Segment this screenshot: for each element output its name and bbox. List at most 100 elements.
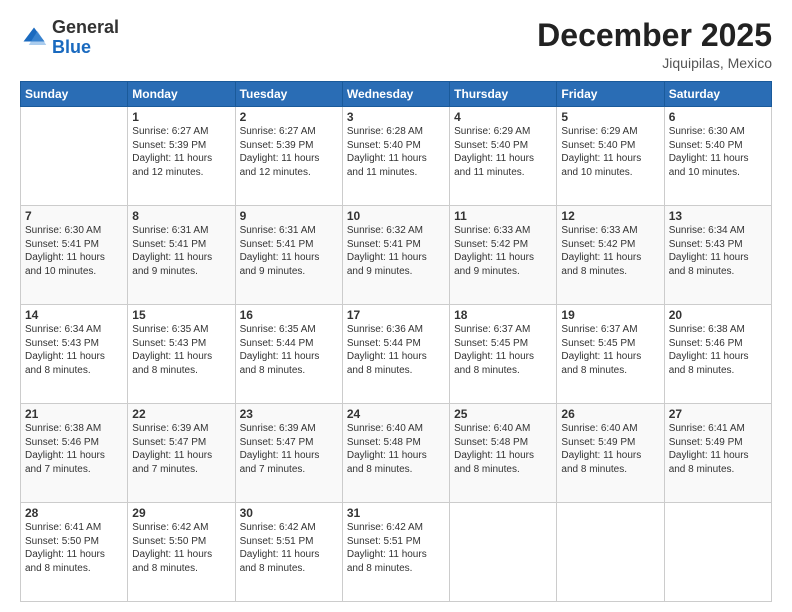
day-info: Sunrise: 6:37 AM Sunset: 5:45 PM Dayligh…: [561, 323, 659, 377]
day-info: Sunrise: 6:42 AM Sunset: 5:51 PM Dayligh…: [240, 521, 338, 575]
calendar-cell: 15Sunrise: 6:35 AM Sunset: 5:43 PM Dayli…: [128, 305, 235, 404]
calendar-cell: 24Sunrise: 6:40 AM Sunset: 5:48 PM Dayli…: [342, 404, 449, 503]
calendar-cell: [450, 503, 557, 602]
day-info: Sunrise: 6:34 AM Sunset: 5:43 PM Dayligh…: [25, 323, 123, 377]
day-info: Sunrise: 6:33 AM Sunset: 5:42 PM Dayligh…: [454, 224, 552, 278]
calendar-cell: 2Sunrise: 6:27 AM Sunset: 5:39 PM Daylig…: [235, 107, 342, 206]
day-info: Sunrise: 6:41 AM Sunset: 5:49 PM Dayligh…: [669, 422, 767, 476]
calendar-cell: 20Sunrise: 6:38 AM Sunset: 5:46 PM Dayli…: [664, 305, 771, 404]
day-number: 20: [669, 308, 767, 322]
calendar-cell: 11Sunrise: 6:33 AM Sunset: 5:42 PM Dayli…: [450, 206, 557, 305]
logo: General Blue: [20, 18, 119, 58]
day-info: Sunrise: 6:35 AM Sunset: 5:43 PM Dayligh…: [132, 323, 230, 377]
day-number: 27: [669, 407, 767, 421]
title-block: December 2025 Jiquipilas, Mexico: [537, 18, 772, 71]
calendar-cell: 13Sunrise: 6:34 AM Sunset: 5:43 PM Dayli…: [664, 206, 771, 305]
day-info: Sunrise: 6:29 AM Sunset: 5:40 PM Dayligh…: [454, 125, 552, 179]
day-number: 17: [347, 308, 445, 322]
day-info: Sunrise: 6:38 AM Sunset: 5:46 PM Dayligh…: [25, 422, 123, 476]
calendar-cell: 5Sunrise: 6:29 AM Sunset: 5:40 PM Daylig…: [557, 107, 664, 206]
day-number: 24: [347, 407, 445, 421]
day-number: 10: [347, 209, 445, 223]
day-info: Sunrise: 6:37 AM Sunset: 5:45 PM Dayligh…: [454, 323, 552, 377]
day-info: Sunrise: 6:31 AM Sunset: 5:41 PM Dayligh…: [240, 224, 338, 278]
header-friday: Friday: [557, 82, 664, 107]
calendar-cell: 7Sunrise: 6:30 AM Sunset: 5:41 PM Daylig…: [21, 206, 128, 305]
day-info: Sunrise: 6:27 AM Sunset: 5:39 PM Dayligh…: [240, 125, 338, 179]
calendar-cell: 31Sunrise: 6:42 AM Sunset: 5:51 PM Dayli…: [342, 503, 449, 602]
day-info: Sunrise: 6:28 AM Sunset: 5:40 PM Dayligh…: [347, 125, 445, 179]
day-info: Sunrise: 6:29 AM Sunset: 5:40 PM Dayligh…: [561, 125, 659, 179]
logo-blue-text: Blue: [52, 37, 91, 57]
day-number: 31: [347, 506, 445, 520]
calendar-cell: [21, 107, 128, 206]
calendar-cell: 29Sunrise: 6:42 AM Sunset: 5:50 PM Dayli…: [128, 503, 235, 602]
calendar-cell: 27Sunrise: 6:41 AM Sunset: 5:49 PM Dayli…: [664, 404, 771, 503]
logo-icon: [20, 24, 48, 52]
day-number: 13: [669, 209, 767, 223]
day-number: 11: [454, 209, 552, 223]
day-number: 1: [132, 110, 230, 124]
day-number: 22: [132, 407, 230, 421]
calendar-cell: 23Sunrise: 6:39 AM Sunset: 5:47 PM Dayli…: [235, 404, 342, 503]
calendar-week-4: 28Sunrise: 6:41 AM Sunset: 5:50 PM Dayli…: [21, 503, 772, 602]
calendar-cell: [557, 503, 664, 602]
day-number: 29: [132, 506, 230, 520]
day-number: 3: [347, 110, 445, 124]
day-info: Sunrise: 6:30 AM Sunset: 5:41 PM Dayligh…: [25, 224, 123, 278]
day-number: 16: [240, 308, 338, 322]
day-number: 2: [240, 110, 338, 124]
calendar-cell: 18Sunrise: 6:37 AM Sunset: 5:45 PM Dayli…: [450, 305, 557, 404]
day-number: 15: [132, 308, 230, 322]
page: General Blue December 2025 Jiquipilas, M…: [0, 0, 792, 612]
calendar-cell: 26Sunrise: 6:40 AM Sunset: 5:49 PM Dayli…: [557, 404, 664, 503]
calendar-cell: 4Sunrise: 6:29 AM Sunset: 5:40 PM Daylig…: [450, 107, 557, 206]
day-number: 4: [454, 110, 552, 124]
day-number: 6: [669, 110, 767, 124]
calendar-week-1: 7Sunrise: 6:30 AM Sunset: 5:41 PM Daylig…: [21, 206, 772, 305]
header-saturday: Saturday: [664, 82, 771, 107]
calendar-cell: 25Sunrise: 6:40 AM Sunset: 5:48 PM Dayli…: [450, 404, 557, 503]
calendar-cell: 28Sunrise: 6:41 AM Sunset: 5:50 PM Dayli…: [21, 503, 128, 602]
calendar-cell: 10Sunrise: 6:32 AM Sunset: 5:41 PM Dayli…: [342, 206, 449, 305]
day-number: 19: [561, 308, 659, 322]
calendar-week-2: 14Sunrise: 6:34 AM Sunset: 5:43 PM Dayli…: [21, 305, 772, 404]
subtitle: Jiquipilas, Mexico: [537, 55, 772, 71]
calendar-cell: 8Sunrise: 6:31 AM Sunset: 5:41 PM Daylig…: [128, 206, 235, 305]
calendar-table: Sunday Monday Tuesday Wednesday Thursday…: [20, 81, 772, 602]
day-info: Sunrise: 6:41 AM Sunset: 5:50 PM Dayligh…: [25, 521, 123, 575]
calendar-cell: 19Sunrise: 6:37 AM Sunset: 5:45 PM Dayli…: [557, 305, 664, 404]
header-thursday: Thursday: [450, 82, 557, 107]
day-info: Sunrise: 6:27 AM Sunset: 5:39 PM Dayligh…: [132, 125, 230, 179]
calendar-week-0: 1Sunrise: 6:27 AM Sunset: 5:39 PM Daylig…: [21, 107, 772, 206]
day-info: Sunrise: 6:36 AM Sunset: 5:44 PM Dayligh…: [347, 323, 445, 377]
month-title: December 2025: [537, 18, 772, 53]
calendar-cell: 6Sunrise: 6:30 AM Sunset: 5:40 PM Daylig…: [664, 107, 771, 206]
calendar-header-row: Sunday Monday Tuesday Wednesday Thursday…: [21, 82, 772, 107]
calendar-cell: 22Sunrise: 6:39 AM Sunset: 5:47 PM Dayli…: [128, 404, 235, 503]
calendar-cell: 16Sunrise: 6:35 AM Sunset: 5:44 PM Dayli…: [235, 305, 342, 404]
day-info: Sunrise: 6:33 AM Sunset: 5:42 PM Dayligh…: [561, 224, 659, 278]
calendar-cell: 3Sunrise: 6:28 AM Sunset: 5:40 PM Daylig…: [342, 107, 449, 206]
calendar-cell: 9Sunrise: 6:31 AM Sunset: 5:41 PM Daylig…: [235, 206, 342, 305]
calendar-cell: 1Sunrise: 6:27 AM Sunset: 5:39 PM Daylig…: [128, 107, 235, 206]
day-number: 7: [25, 209, 123, 223]
day-info: Sunrise: 6:42 AM Sunset: 5:51 PM Dayligh…: [347, 521, 445, 575]
calendar-cell: 30Sunrise: 6:42 AM Sunset: 5:51 PM Dayli…: [235, 503, 342, 602]
day-number: 25: [454, 407, 552, 421]
day-info: Sunrise: 6:32 AM Sunset: 5:41 PM Dayligh…: [347, 224, 445, 278]
day-number: 21: [25, 407, 123, 421]
day-number: 8: [132, 209, 230, 223]
day-info: Sunrise: 6:42 AM Sunset: 5:50 PM Dayligh…: [132, 521, 230, 575]
day-number: 30: [240, 506, 338, 520]
day-info: Sunrise: 6:39 AM Sunset: 5:47 PM Dayligh…: [132, 422, 230, 476]
header-sunday: Sunday: [21, 82, 128, 107]
day-number: 28: [25, 506, 123, 520]
day-info: Sunrise: 6:38 AM Sunset: 5:46 PM Dayligh…: [669, 323, 767, 377]
day-info: Sunrise: 6:39 AM Sunset: 5:47 PM Dayligh…: [240, 422, 338, 476]
header-tuesday: Tuesday: [235, 82, 342, 107]
day-number: 23: [240, 407, 338, 421]
day-number: 12: [561, 209, 659, 223]
day-number: 5: [561, 110, 659, 124]
day-number: 26: [561, 407, 659, 421]
